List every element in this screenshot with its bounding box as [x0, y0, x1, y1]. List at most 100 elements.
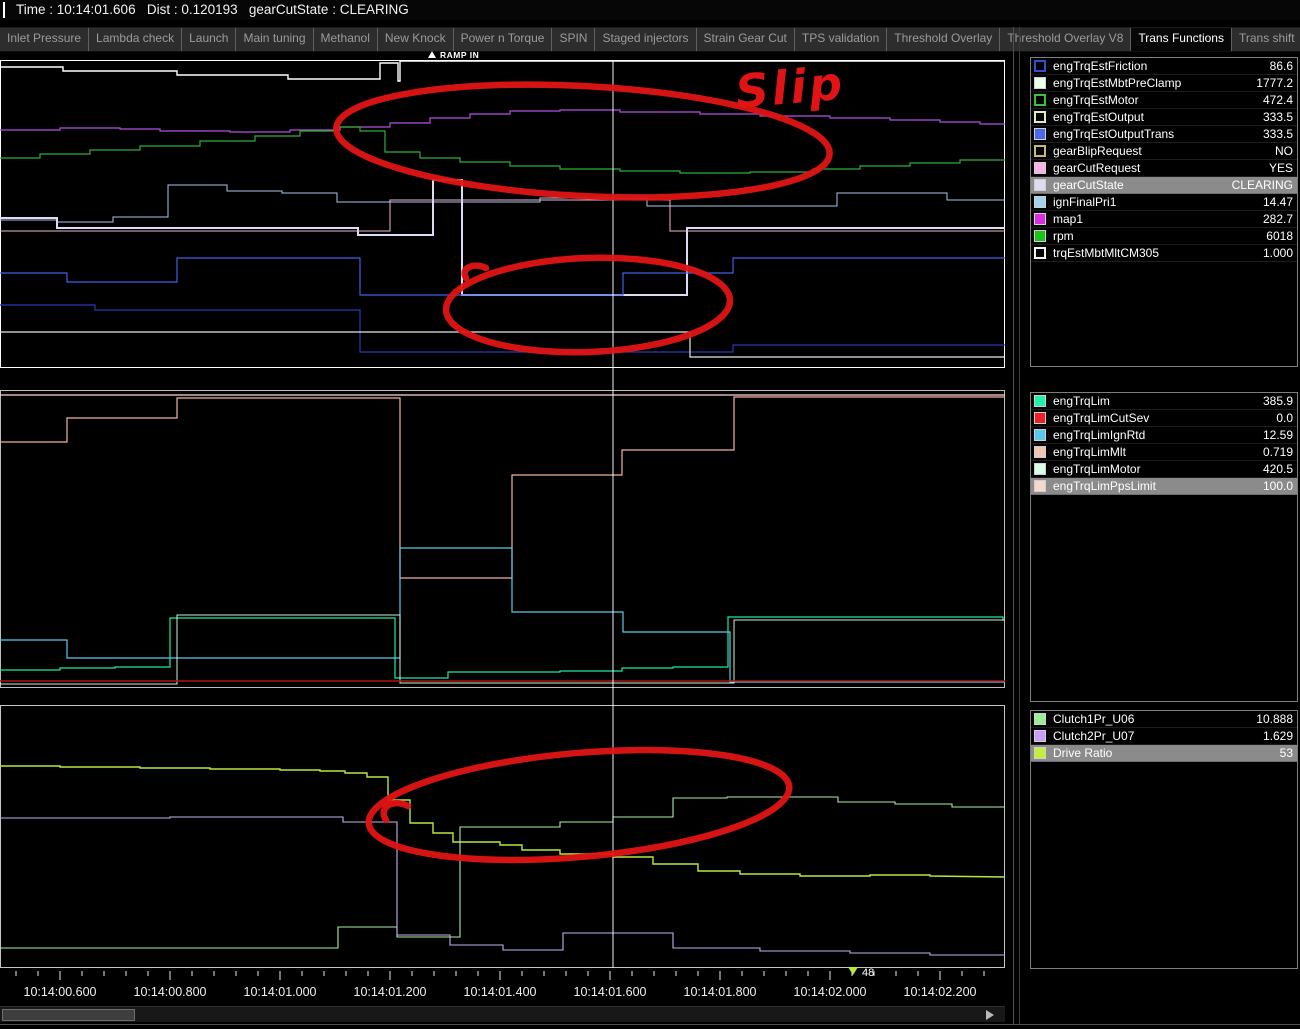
channel-name: Clutch2Pr_U07	[1053, 729, 1263, 743]
legend-panel-clutch: Clutch1Pr_U0610.888Clutch2Pr_U071.629Dri…	[1030, 710, 1298, 969]
channel-value: 12.59	[1263, 428, 1297, 442]
window-bottom-border	[0, 1024, 1300, 1025]
panel-splitter-inner	[1019, 27, 1020, 1025]
channel-value: NO	[1275, 144, 1297, 158]
trace-engTrqLim	[0, 617, 1005, 678]
legend-row-engtrqestmbtpreclamp[interactable]: engTrqEstMbtPreClamp1777.2	[1031, 75, 1297, 92]
trace-engTrqLimMotor	[0, 615, 1005, 684]
channel-value: 420.5	[1263, 462, 1297, 476]
channel-name: gearCutState	[1053, 178, 1232, 192]
time-scrollbar[interactable]	[0, 1006, 1005, 1022]
channel-value: 0.719	[1263, 445, 1297, 459]
legend-panel-engine-torque: engTrqEstFriction86.6engTrqEstMbtPreClam…	[1030, 57, 1298, 367]
axis-time-label: 10:14:01.600	[574, 985, 647, 999]
trace-gearCutState	[0, 180, 1005, 295]
channel-color-swatch	[1034, 94, 1046, 106]
channel-color-swatch	[1034, 128, 1046, 140]
legend-row-engtrqestmotor[interactable]: engTrqEstMotor472.4	[1031, 92, 1297, 109]
axis-time-label: 10:14:01.200	[354, 985, 427, 999]
channel-value: 86.6	[1270, 59, 1297, 73]
legend-row-engtrqlimignrtd[interactable]: engTrqLimIgnRtd12.59	[1031, 427, 1297, 444]
engine-torque-chart-plot-area[interactable]	[1, 61, 1005, 368]
axis-time-label: 10:14:01.000	[244, 985, 317, 999]
channel-value: 385.9	[1263, 394, 1297, 408]
legend-row-engtrqlimppslimit[interactable]: engTrqLimPpsLimit100.0	[1031, 478, 1297, 495]
legend-row-ignfinalpri1[interactable]: ignFinalPri114.47	[1031, 194, 1297, 211]
channel-name: engTrqEstFriction	[1053, 59, 1270, 73]
tab-trans-shift[interactable]: Trans shift	[1232, 28, 1300, 51]
channel-name: Clutch1Pr_U06	[1053, 712, 1256, 726]
channel-value: 6018	[1266, 229, 1297, 243]
panel-splitter[interactable]	[1013, 27, 1014, 1025]
trace-trqEstMbtPreClamp	[0, 61, 1005, 81]
trace-map1	[0, 110, 1005, 132]
axis-time-label: 10:14:00.800	[134, 985, 207, 999]
legend-row-clutch1pr_u06[interactable]: Clutch1Pr_U0610.888	[1031, 711, 1297, 728]
annotation-ellipse-3	[364, 735, 793, 875]
scrollbar-thumb[interactable]	[2, 1009, 135, 1021]
channel-color-swatch	[1034, 230, 1046, 242]
channel-color-swatch	[1034, 111, 1046, 123]
cursor-flag-icon[interactable]	[848, 967, 858, 975]
legend-panel-torque-limits: engTrqLim385.9engTrqLimCutSev0.0engTrqLi…	[1030, 392, 1298, 702]
channel-name: engTrqLimCutSev	[1053, 411, 1276, 425]
legend-row-gearbliprequest[interactable]: gearBlipRequestNO	[1031, 143, 1297, 160]
cursor-flag-label: 48	[862, 967, 874, 979]
channel-name: rpm	[1053, 229, 1266, 243]
channel-color-swatch	[1034, 480, 1046, 492]
legend-row-gearcutstate[interactable]: gearCutStateCLEARING	[1031, 177, 1297, 194]
channel-value: 53	[1280, 746, 1297, 760]
channel-color-swatch	[1034, 179, 1046, 191]
legend-row-drive-ratio[interactable]: Drive Ratio53	[1031, 745, 1297, 762]
legend-row-engtrqlimcutsev[interactable]: engTrqLimCutSev0.0	[1031, 410, 1297, 427]
channel-name: engTrqEstOutput	[1053, 110, 1263, 124]
legend-row-engtrqestoutput[interactable]: engTrqEstOutput333.5	[1031, 109, 1297, 126]
channel-value: 333.5	[1263, 110, 1297, 124]
channel-value: CLEARING	[1232, 178, 1297, 192]
legend-row-engtrqestfriction[interactable]: engTrqEstFriction86.6	[1031, 58, 1297, 75]
legend-row-clutch2pr_u07[interactable]: Clutch2Pr_U071.629	[1031, 728, 1297, 745]
channel-name: Drive Ratio	[1053, 746, 1280, 760]
channel-value: YES	[1269, 161, 1297, 175]
status-bar: Time : 10:14:01.606 Dist : 0.120193 gear…	[0, 0, 1300, 20]
legend-row-map1[interactable]: map1282.7	[1031, 211, 1297, 228]
channel-value: 472.4	[1263, 93, 1297, 107]
legend-row-rpm[interactable]: rpm6018	[1031, 228, 1297, 245]
scrollbar-right-arrow-icon[interactable]	[986, 1010, 994, 1020]
channel-value: 0.0	[1276, 411, 1297, 425]
legend-row-engtrqlimmotor[interactable]: engTrqLimMotor420.5	[1031, 461, 1297, 478]
channel-name: engTrqLimIgnRtd	[1053, 428, 1263, 442]
channel-color-swatch	[1034, 162, 1046, 174]
legend-row-engtrqlimmlt[interactable]: engTrqLimMlt0.719	[1031, 444, 1297, 461]
tab-trans-functions[interactable]: Trans Functions	[1131, 28, 1232, 51]
torque-limit-chart-plot-area[interactable]	[1, 391, 1005, 688]
trace-engTrqEstOutputTrans	[0, 258, 1005, 295]
channel-color-swatch	[1034, 429, 1046, 441]
legend-row-gearcutrequest[interactable]: gearCutRequestYES	[1031, 160, 1297, 177]
channel-name: trqEstMbtMltCM305	[1053, 246, 1263, 260]
annotation-stroke	[384, 803, 408, 820]
channel-color-swatch	[1034, 247, 1046, 259]
clutch-chart-plot-area[interactable]	[1, 706, 1005, 968]
channel-value: 1777.2	[1256, 76, 1297, 90]
channel-color-swatch	[1034, 145, 1046, 157]
annotation-text-slip: Slip	[733, 56, 847, 119]
channel-name: map1	[1053, 212, 1263, 226]
channel-color-swatch	[1034, 412, 1046, 424]
axis-time-label: 10:14:01.400	[464, 985, 537, 999]
channel-name: engTrqLimMotor	[1053, 462, 1263, 476]
charts-area[interactable]: 10:14:00.60010:14:00.80010:14:01.00010:1…	[0, 46, 1013, 1005]
legend-row-engtrqestoutputtrans[interactable]: engTrqEstOutputTrans333.5	[1031, 126, 1297, 143]
status-text: Time : 10:14:01.606 Dist : 0.120193 gear…	[16, 0, 409, 20]
ramp-in-marker-label: RAMP IN	[440, 50, 479, 60]
ramp-in-marker-icon[interactable]	[428, 51, 436, 58]
legend-row-trqestmbtmltcm305[interactable]: trqEstMbtMltCM3051.000	[1031, 245, 1297, 262]
axis-time-label: 10:14:02.200	[904, 985, 977, 999]
legend-row-engtrqlim[interactable]: engTrqLim385.9	[1031, 393, 1297, 410]
channel-value: 282.7	[1263, 212, 1297, 226]
channel-color-swatch	[1034, 446, 1046, 458]
channel-color-swatch	[1034, 713, 1046, 725]
trace-engTrqLimMlt	[0, 397, 1005, 578]
channel-value: 1.629	[1263, 729, 1297, 743]
axis-time-label: 10:14:02.000	[794, 985, 867, 999]
